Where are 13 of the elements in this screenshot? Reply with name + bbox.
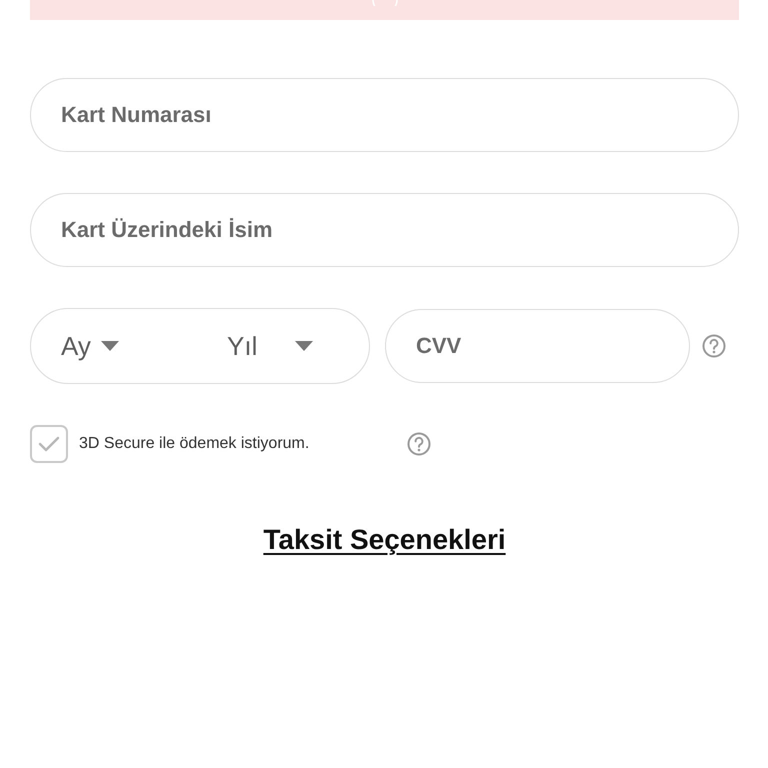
- month-select[interactable]: Ay: [61, 326, 227, 366]
- checkbox-label: 3D Secure ile ödemek istiyorum.: [79, 434, 310, 454]
- installment-options-link[interactable]: Taksit Seçenekleri: [263, 524, 506, 555]
- caret-icon: [100, 341, 119, 351]
- checkmark-icon: [38, 436, 60, 452]
- cardholder-name-field[interactable]: Kart Üzerindeki İsim: [30, 193, 739, 267]
- card-number-field[interactable]: Kart Numarası: [30, 78, 739, 152]
- year-select[interactable]: Yıl: [227, 326, 313, 366]
- help-icon[interactable]: [407, 432, 431, 456]
- cvv-field[interactable]: CVV: [385, 309, 690, 383]
- help-icon[interactable]: [702, 334, 726, 358]
- caret-icon: [295, 341, 313, 351]
- checkbox[interactable]: [30, 425, 68, 463]
